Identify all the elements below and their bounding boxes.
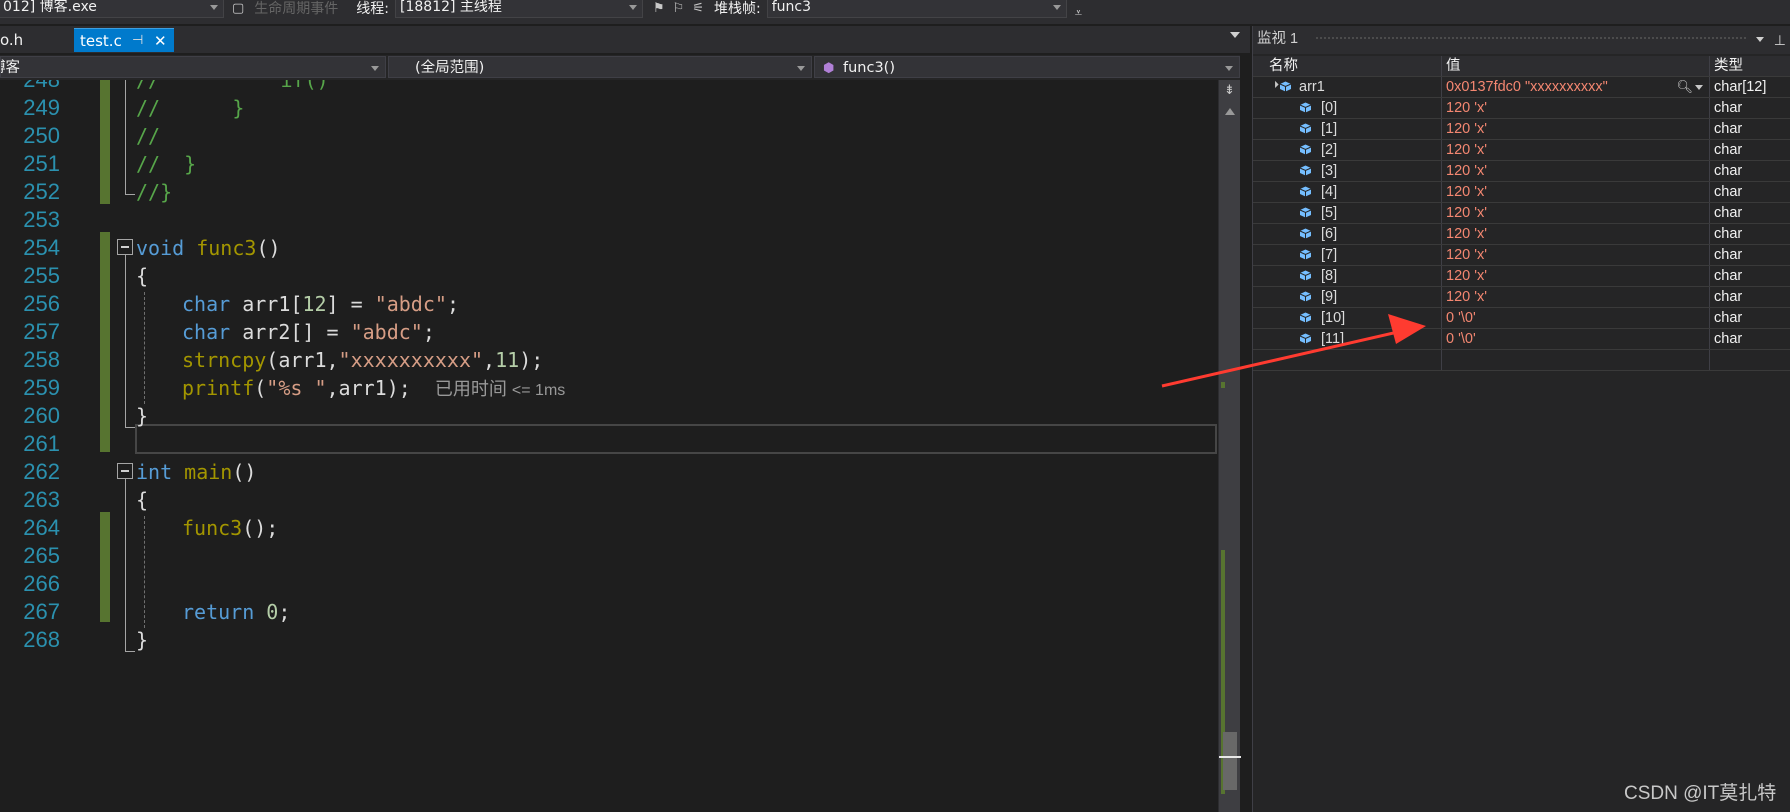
arrow-shaft — [1161, 330, 1399, 388]
annotation-arrow — [1161, 314, 1426, 388]
arrow-head — [1388, 314, 1426, 344]
watermark: CSDN @IT莫扎特 — [1624, 783, 1777, 804]
